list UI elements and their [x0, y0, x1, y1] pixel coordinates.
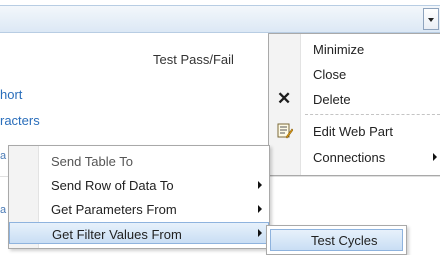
delete-x-icon: ✕	[277, 89, 292, 108]
list-link[interactable]: racters	[0, 113, 40, 128]
submenu-arrow-icon	[258, 229, 262, 237]
connections-submenu: Send Table To Send Row of Data To Get Pa…	[8, 145, 270, 249]
menu-item-label: Get Filter Values From	[52, 227, 182, 242]
partial-text: a	[0, 204, 7, 216]
partial-text: a	[0, 150, 7, 162]
menu-item-send-table-to: Send Table To	[9, 150, 269, 172]
menu-item-get-parameters-from[interactable]: Get Parameters From	[9, 198, 269, 220]
menu-item-minimize[interactable]: Minimize	[269, 38, 440, 60]
submenu-arrow-icon	[433, 153, 437, 161]
menu-item-label: Get Parameters From	[51, 202, 177, 217]
menu-item-test-cycles[interactable]: Test Cycles	[270, 229, 403, 251]
menu-separator	[305, 114, 440, 115]
menu-item-label: Delete	[313, 92, 351, 107]
submenu-arrow-icon	[258, 205, 262, 213]
menu-item-close[interactable]: Close	[269, 63, 440, 85]
dropdown-arrow-icon	[428, 18, 434, 22]
web-part-title-bar	[0, 5, 440, 33]
list-link[interactable]: hort	[0, 87, 22, 102]
menu-item-get-filter-values-from[interactable]: Get Filter Values From	[9, 222, 269, 244]
menu-item-label: Send Row of Data To	[51, 178, 174, 193]
web-part-menu: Minimize Close ✕ Delete Edit Web Part Co…	[268, 33, 440, 176]
menu-item-send-row-of-data-to[interactable]: Send Row of Data To	[9, 174, 269, 196]
menu-item-delete[interactable]: ✕ Delete	[269, 88, 440, 110]
menu-item-label: Edit Web Part	[313, 124, 393, 139]
menu-item-label: Minimize	[313, 42, 365, 57]
column-header: Test Pass/Fail	[153, 52, 234, 67]
menu-item-label: Test Cycles	[311, 233, 378, 248]
menu-item-connections[interactable]: Connections	[269, 146, 440, 168]
menu-item-label: Send Table To	[51, 154, 133, 169]
filter-values-submenu: Test Cycles	[266, 225, 407, 255]
menu-item-label: Close	[313, 67, 347, 82]
menu-item-edit-web-part[interactable]: Edit Web Part	[269, 120, 440, 142]
edit-web-part-icon	[277, 123, 294, 139]
menu-item-label: Connections	[313, 150, 386, 165]
web-part-menu-button[interactable]	[423, 8, 439, 30]
submenu-arrow-icon	[258, 181, 262, 189]
